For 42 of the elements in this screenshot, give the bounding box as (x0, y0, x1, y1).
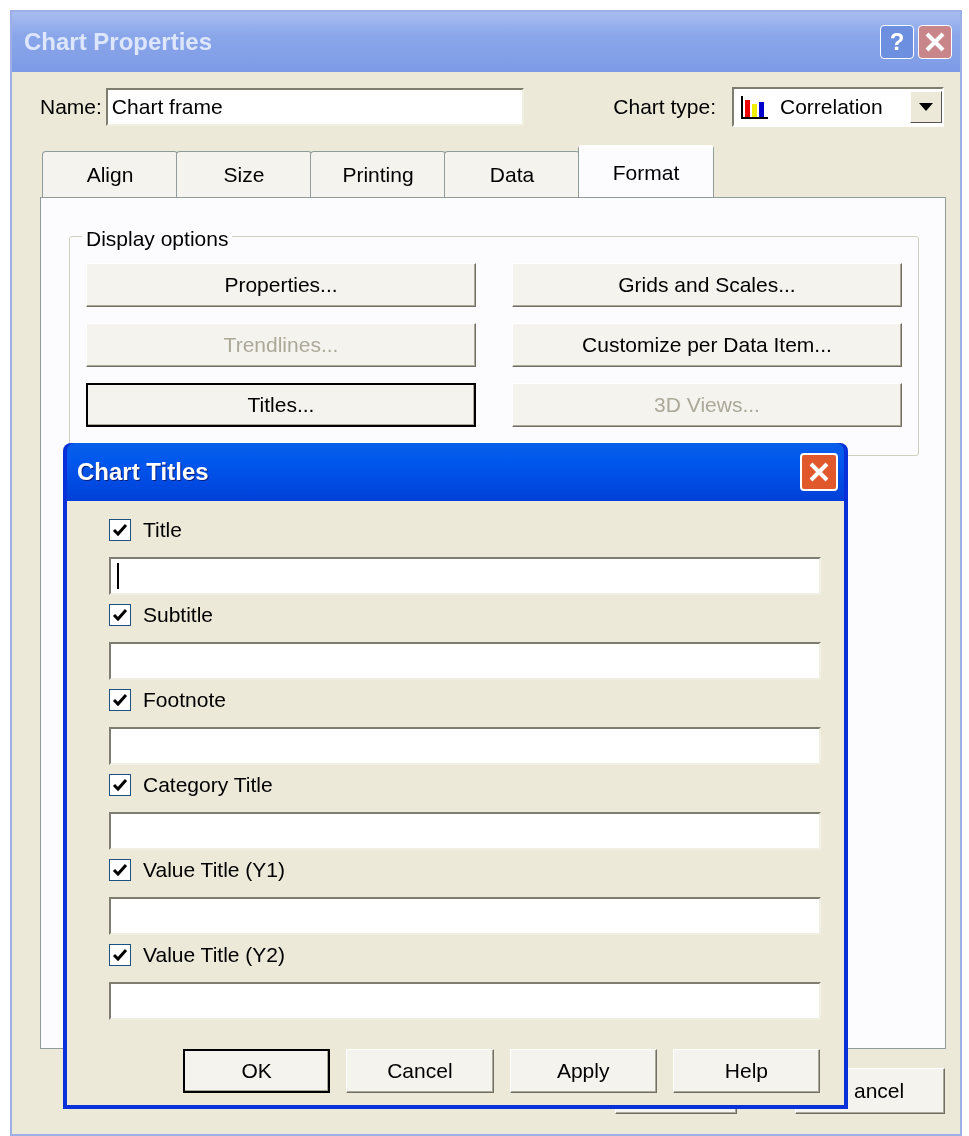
dialog-button[interactable]: Cancel (346, 1049, 494, 1093)
dialog-button[interactable]: OK (183, 1049, 331, 1093)
option-button[interactable]: Grids and Scales... (512, 263, 902, 307)
checkmark-icon (112, 948, 128, 962)
tab[interactable]: Format (578, 145, 714, 197)
option-button[interactable]: Customize per Data Item... (512, 323, 902, 367)
checkbox[interactable]: Title (109, 515, 182, 545)
tab[interactable]: Align (42, 151, 178, 197)
chart-type-dropdown[interactable]: Correlation (732, 87, 944, 127)
tab[interactable]: Printing (310, 151, 446, 197)
option-button[interactable]: Properties... (86, 263, 476, 307)
tab[interactable]: Data (444, 151, 580, 197)
checkmark-icon (112, 778, 128, 792)
bar-chart-icon (740, 94, 770, 120)
text-field[interactable] (109, 897, 821, 935)
name-field[interactable]: Chart frame (105, 88, 524, 126)
close-icon (924, 31, 946, 53)
text-field[interactable] (109, 557, 821, 595)
checkbox[interactable]: Value Title (Y1) (109, 855, 285, 885)
checkbox[interactable]: Category Title (109, 770, 273, 800)
checkmark-icon (112, 863, 128, 877)
close-icon (807, 460, 831, 484)
checkmark-icon (112, 608, 128, 622)
text-field[interactable] (109, 982, 821, 1020)
dialog-button[interactable]: Apply (509, 1049, 657, 1093)
dialog-title: Chart Titles (77, 457, 209, 487)
dialog-button[interactable]: Help (672, 1049, 820, 1093)
checkbox[interactable]: Subtitle (109, 600, 214, 630)
text-field[interactable] (109, 727, 821, 765)
text-field[interactable] (109, 812, 821, 850)
window-title: Chart Properties (24, 27, 214, 57)
checkbox[interactable]: Footnote (109, 685, 226, 715)
checkmark-icon (112, 693, 128, 707)
checkbox[interactable]: Value Title (Y2) (109, 940, 285, 970)
text-field[interactable] (109, 642, 821, 680)
close-button[interactable] (918, 25, 952, 59)
tab[interactable]: Size (176, 151, 312, 197)
checkmark-icon (112, 523, 128, 537)
close-button[interactable] (800, 453, 838, 491)
option-button[interactable]: Titles... (86, 383, 476, 427)
field-label: Chart type: (613, 94, 716, 121)
field-label: Name: (40, 94, 102, 121)
